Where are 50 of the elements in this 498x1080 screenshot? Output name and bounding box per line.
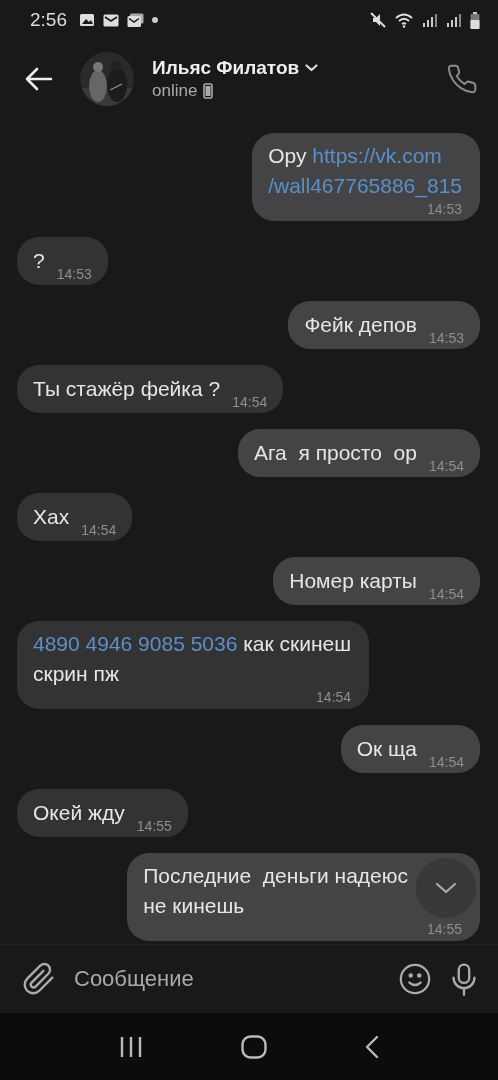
message-time: 14:54 [81,522,117,538]
emoji-button[interactable] [398,962,432,996]
message-time: 14:55 [136,818,172,834]
message-time: 14:54 [232,394,268,410]
dot-icon [152,17,158,23]
attach-button[interactable] [22,962,56,996]
signal-icon [446,13,462,27]
message-link[interactable]: /wall467765886_815 [268,174,462,197]
chevron-down-icon [305,64,319,72]
online-status: online [152,81,198,101]
call-button[interactable] [446,63,478,95]
message-text: не кинешь [143,894,245,917]
message-time: 14:55 [426,921,462,937]
battery-icon [470,11,480,29]
message-link[interactable]: https://vk.com [312,144,442,167]
mail-icon [103,13,119,27]
message-text: ? [33,249,45,272]
gallery-icon [79,13,95,27]
message-input[interactable]: Сообщение [72,965,382,993]
message-text: Фейк депов [304,313,417,336]
message-text: как скинеш [242,632,352,655]
message-time: 14:53 [428,330,464,346]
message-link[interactable]: 4890 4946 9085 5036 [33,632,238,655]
contact-name[interactable]: Ильяс Филатов [152,57,300,79]
signal-icon [422,13,438,27]
chevron-down-icon [435,882,457,894]
message-text: Ага я просто ор [253,441,417,464]
message-text: Ты стажёр фейка ? [33,377,221,400]
message-time: 14:54 [428,586,464,602]
message-text: Ору [268,144,308,167]
wifi-icon [394,12,414,28]
recent-apps-button[interactable] [119,1035,143,1058]
message-time: 14:53 [426,201,462,217]
message-time: 14:54 [428,754,464,770]
message-text: Окей жду [33,801,125,824]
home-button[interactable] [241,1034,267,1059]
back-button[interactable] [24,67,54,91]
message-text: Хах [33,505,70,528]
clock: 2:56 [30,9,67,31]
message-text: Номер карты [289,569,417,592]
message-time: 14:54 [428,458,464,474]
message-time: 14:54 [316,689,352,705]
phone-device-icon [203,83,214,99]
message-text: Последние деньги надеюс [143,864,408,887]
message-time: 14:53 [56,266,92,282]
mute-icon [370,12,386,28]
back-nav-button[interactable] [365,1034,379,1059]
message-text: скрин пж [33,662,119,685]
mail-stack-icon [127,12,144,28]
message-text: Ок ща [356,737,417,760]
